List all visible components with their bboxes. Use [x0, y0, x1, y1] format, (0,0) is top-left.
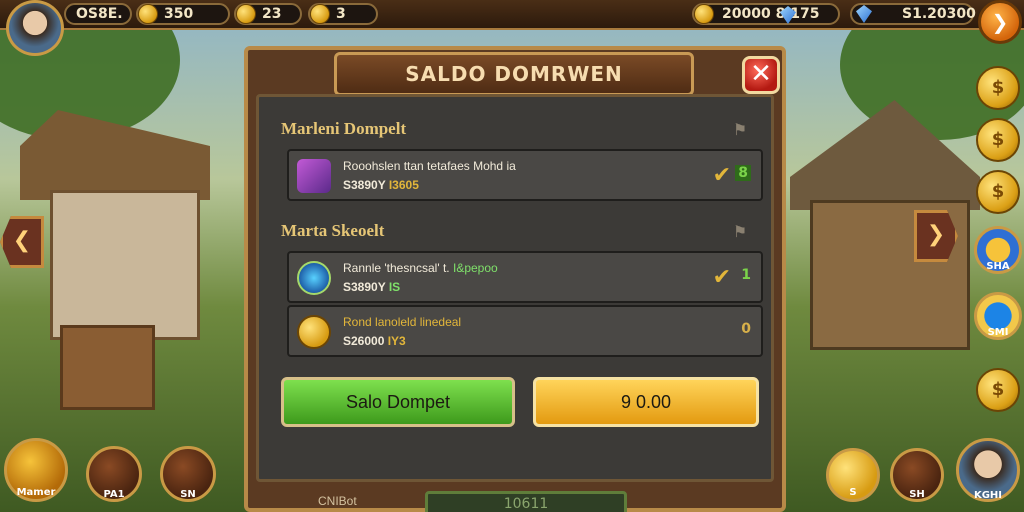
blue-coin-badge[interactable]: SMI: [974, 292, 1022, 340]
coin-button[interactable]: $: [976, 118, 1020, 162]
wooden-crate: [60, 325, 155, 410]
gold-coin-icon: [297, 315, 331, 349]
row-value: S3890Y I3605: [343, 178, 419, 192]
row-badge: 0: [741, 321, 751, 337]
companion-label: KGHI: [973, 490, 1003, 501]
dialog-title: SALDO DOMRWEN: [334, 52, 694, 96]
salo-dompet-button[interactable]: Salo Dompet: [281, 377, 515, 427]
left-hut: [20, 110, 210, 340]
row-description: Rond lanoleld linedeal: [343, 315, 462, 329]
chest-icon: [297, 159, 331, 193]
coin-button[interactable]: $: [976, 66, 1020, 110]
check-icon: ✔: [712, 265, 731, 290]
pin-icon[interactable]: ⚑: [727, 221, 753, 243]
player-name: OS8E.: [64, 3, 132, 25]
dialog-body: Marleni Dompelt ⚑ Rooohslen ttan tetafae…: [256, 94, 774, 512]
gold-total-pill: 20000 8 175: [692, 3, 840, 25]
wallet-dialog: SALDO DOMRWEN ✕ Marleni Dompelt ⚑ Rooohs…: [244, 46, 786, 512]
list-item[interactable]: Rond lanoleld linedeal S26000 IY3 0: [287, 305, 763, 357]
row-badge: 8: [735, 165, 751, 181]
pin-icon[interactable]: ⚑: [727, 119, 753, 141]
list-item[interactable]: Rannle 'thesncsal' t. I&pepoo S3890Y IS …: [287, 251, 763, 303]
coin-icon: [236, 4, 256, 24]
check-icon: ✔: [712, 163, 731, 188]
amount-button[interactable]: 9 0.00: [533, 377, 759, 427]
section-title-1: Marleni Dompelt: [281, 119, 407, 138]
top-resource-bar: OS8E. 350 23 3 20000 8 175 S1.20300: [0, 0, 1024, 30]
coin-icon: [138, 4, 158, 24]
row-value: S26000 IY3: [343, 334, 406, 348]
row-description: Rooohslen ttan tetafaes Mohd ia: [343, 159, 516, 173]
close-button[interactable]: ✕: [742, 56, 780, 94]
bottom-button-1[interactable]: Mamer: [4, 438, 68, 502]
row-badge: 1: [741, 267, 751, 283]
section-title-2: Marta Skeoelt: [281, 221, 385, 240]
bottom-button-5[interactable]: SH: [890, 448, 944, 502]
row-value: S3890Y IS: [343, 280, 401, 294]
bottom-button-2[interactable]: PA1: [86, 446, 142, 502]
bottom-coin-button[interactable]: S: [826, 448, 880, 502]
coin-button[interactable]: $: [976, 368, 1020, 412]
crystal-icon: [297, 261, 331, 295]
row-description: Rannle 'thesncsal' t. I&pepoo: [343, 261, 498, 275]
progress-bar: 10611: [425, 491, 627, 512]
bottom-button-3[interactable]: SN: [160, 446, 216, 502]
player-avatar[interactable]: [6, 0, 64, 56]
coin-button[interactable]: $: [976, 170, 1020, 214]
list-item[interactable]: Rooohslen ttan tetafaes Mohd ia S3890Y I…: [287, 149, 763, 201]
blue-gold-badge[interactable]: SHA: [974, 226, 1022, 274]
close-icon: ✕: [750, 59, 772, 89]
coin-icon: [310, 4, 330, 24]
next-arrow-button[interactable]: ❯: [978, 0, 1022, 44]
footer-label: CNIBot: [318, 494, 357, 508]
gold-coin-icon: [694, 4, 714, 24]
